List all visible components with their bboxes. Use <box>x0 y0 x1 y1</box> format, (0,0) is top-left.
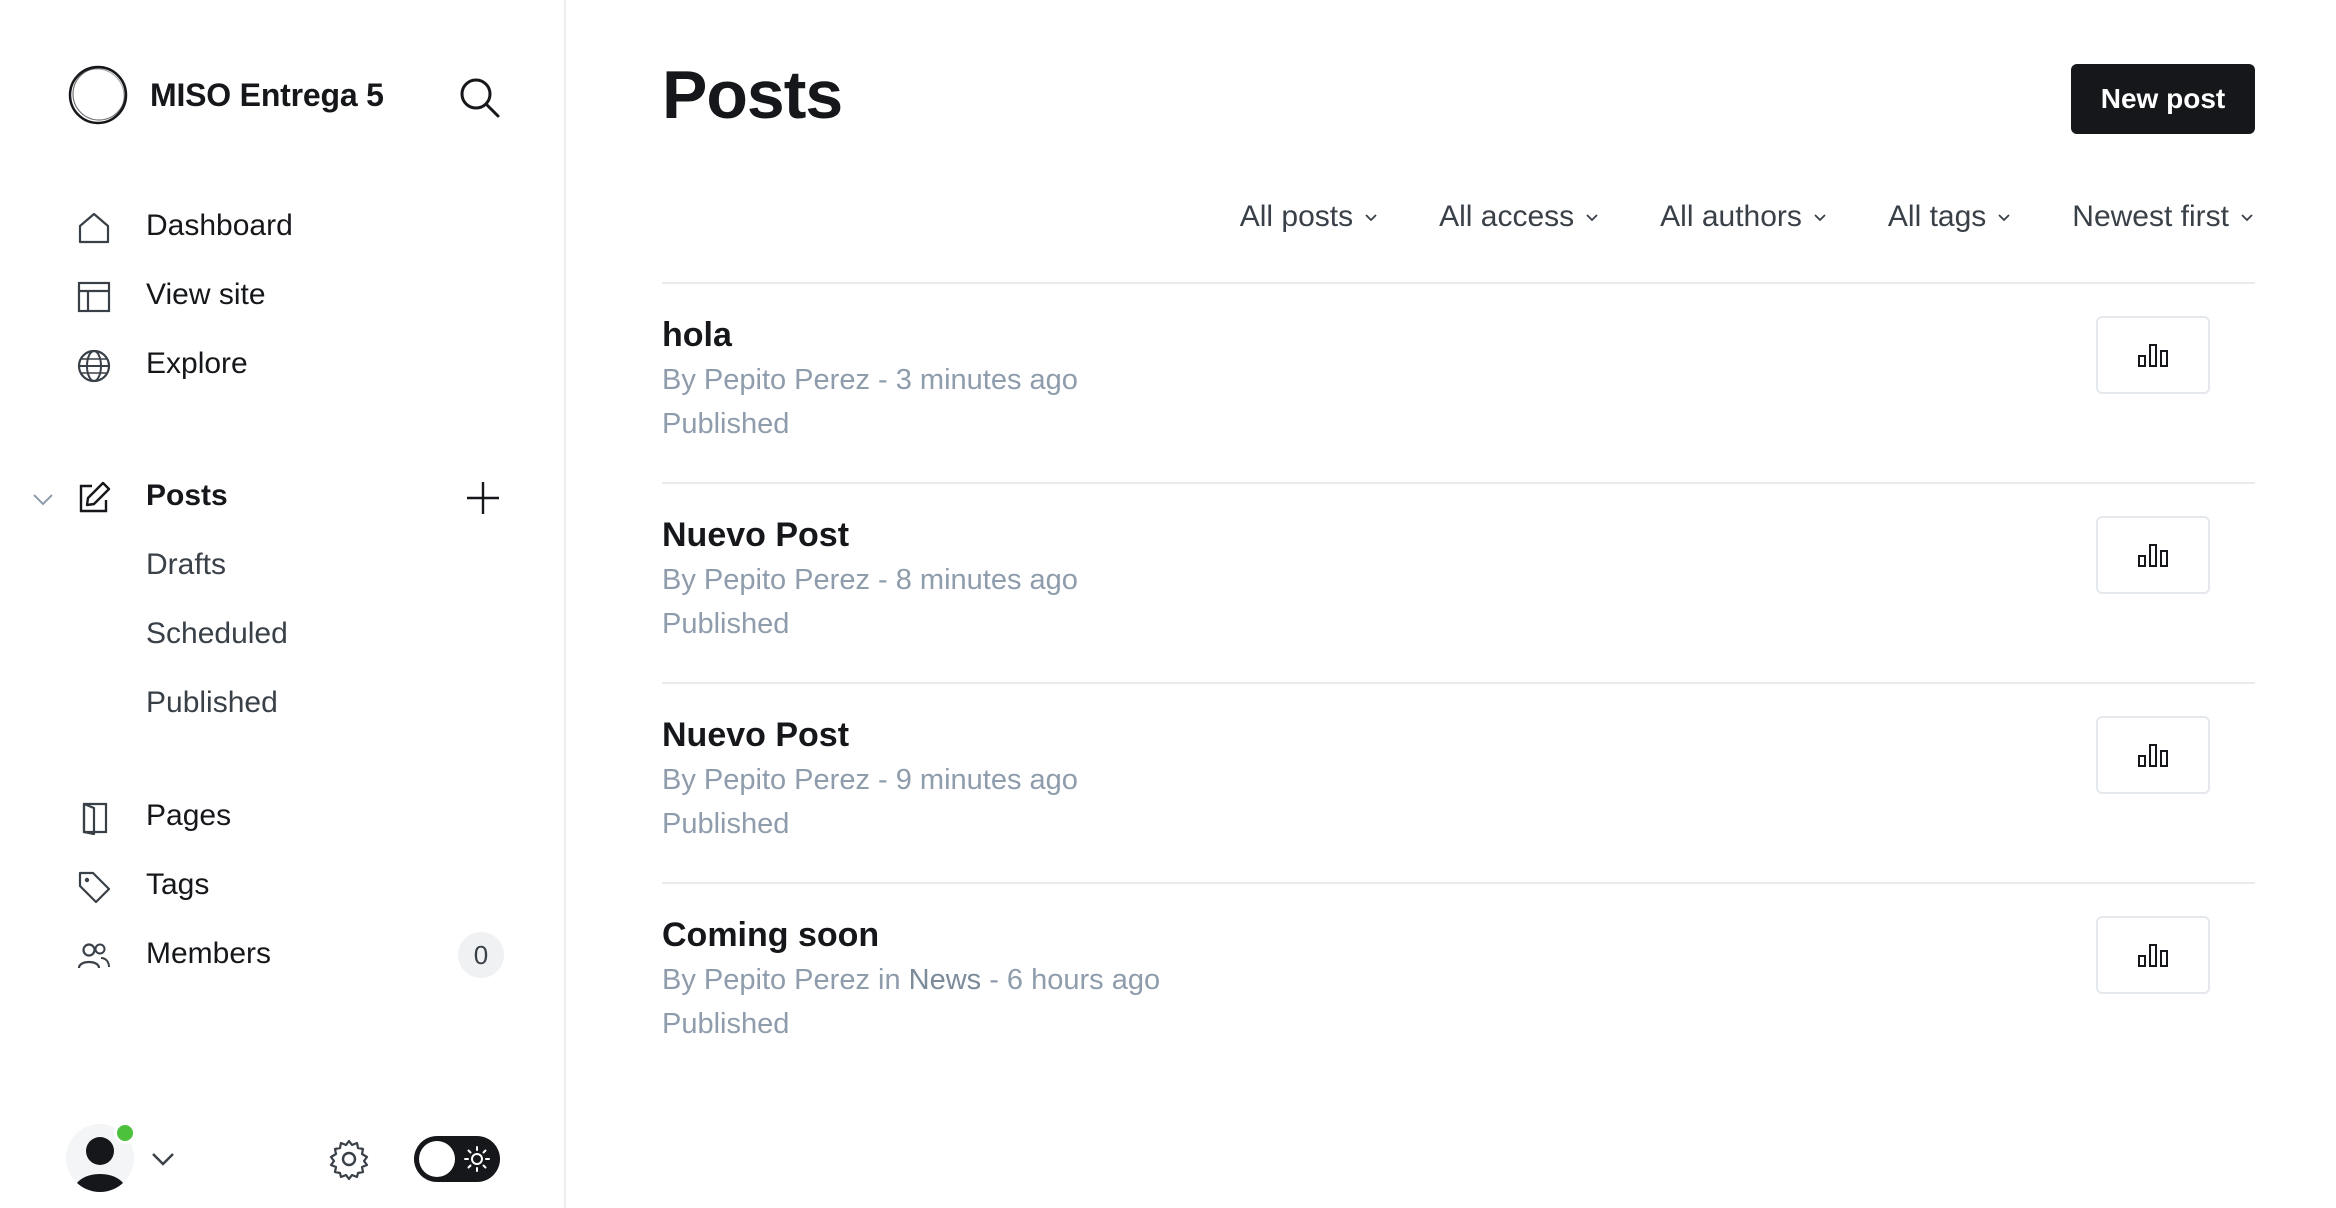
toggle-knob <box>419 1141 455 1177</box>
bar-chart-icon <box>2138 744 2168 767</box>
post-meta: By Pepito Perez - 3 minutes ago <box>662 364 1078 397</box>
post-row[interactable]: Coming soon By Pepito Perez in News - 6 … <box>662 884 2255 1084</box>
brand[interactable]: MISO Entrega 5 <box>66 63 384 127</box>
post-title: Nuevo Post <box>662 716 850 754</box>
plus-icon[interactable] <box>463 478 503 518</box>
nav-drafts-label: Drafts <box>146 548 227 581</box>
nav-posts[interactable]: Posts <box>0 468 566 524</box>
post-row[interactable]: hola By Pepito Perez - 3 minutes ago Pub… <box>662 284 2255 484</box>
globe-icon <box>77 349 111 383</box>
post-in: in <box>869 964 909 996</box>
home-icon <box>78 212 110 244</box>
nav-view-site[interactable]: View site <box>0 267 566 323</box>
post-title: Coming soon <box>662 916 880 954</box>
filter-authors-label: All authors <box>1660 200 1802 233</box>
nav-pages-label: Pages <box>146 799 232 832</box>
nav-published-label: Published <box>146 686 278 719</box>
online-status-dot <box>114 1122 136 1144</box>
filter-sort-label: Newest first <box>2072 200 2229 233</box>
nav-scheduled-label: Scheduled <box>146 617 288 650</box>
page-title: Posts <box>662 57 843 133</box>
nav-drafts[interactable]: Drafts <box>0 537 566 593</box>
theme-toggle[interactable] <box>414 1136 500 1182</box>
post-status: Published <box>662 1008 790 1040</box>
nav-explore[interactable]: Explore <box>0 336 566 392</box>
post-analytics-button[interactable] <box>2096 916 2210 994</box>
gear-icon[interactable] <box>326 1136 372 1182</box>
post-title: Nuevo Post <box>662 516 850 554</box>
post-meta: By Pepito Perez in News - 6 hours ago <box>662 964 1160 997</box>
post-author: By Pepito Perez <box>662 764 870 796</box>
post-analytics-button[interactable] <box>2096 716 2210 794</box>
chevron-down-icon <box>1998 214 2010 222</box>
pencil-edit-icon <box>79 481 111 513</box>
post-time: - 8 minutes ago <box>869 564 1078 596</box>
bar-chart-icon <box>2138 944 2168 967</box>
nav-posts-label: Posts <box>146 479 228 512</box>
bar-chart-icon <box>2138 544 2168 567</box>
post-status: Published <box>662 808 790 840</box>
post-time: - 9 minutes ago <box>869 764 1078 796</box>
sidebar: MISO Entrega 5 Dashboard View site Explo… <box>0 0 566 1208</box>
filter-type-label: All posts <box>1239 200 1354 233</box>
layout-icon <box>77 281 111 313</box>
filter-bar: All posts All access All authors All tag… <box>1180 200 2255 234</box>
filter-tags-label: All tags <box>1887 200 1987 233</box>
nav-tags[interactable]: Tags <box>0 857 566 913</box>
bar-chart-icon <box>2138 344 2168 367</box>
post-row[interactable]: Nuevo Post By Pepito Perez - 9 minutes a… <box>662 684 2255 884</box>
sidebar-footer <box>0 1122 566 1194</box>
post-author: By Pepito Perez <box>662 564 870 596</box>
tag-icon <box>78 871 111 904</box>
members-count-badge: 0 <box>458 932 504 978</box>
nav-pages[interactable]: Pages <box>0 788 566 844</box>
chevron-down-icon <box>2241 214 2253 222</box>
post-analytics-button[interactable] <box>2096 316 2210 394</box>
chevron-down-icon[interactable] <box>148 1144 178 1174</box>
nav-dashboard-label: Dashboard <box>146 209 293 242</box>
post-status: Published <box>662 608 790 640</box>
filter-sort-dropdown[interactable]: Newest first <box>2072 200 2255 234</box>
post-author: By Pepito Perez <box>662 964 870 996</box>
site-logo-icon <box>68 65 128 125</box>
nav-scheduled[interactable]: Scheduled <box>0 606 566 662</box>
members-icon <box>77 943 110 969</box>
nav-members[interactable]: Members 0 <box>0 926 566 982</box>
nav-explore-label: Explore <box>146 347 248 380</box>
main-content: Posts New post All posts All access All … <box>568 0 2336 1208</box>
post-time: - 6 hours ago <box>981 964 1161 996</box>
post-title: hola <box>662 316 732 354</box>
search-icon[interactable] <box>457 75 503 121</box>
page-icon <box>82 802 108 836</box>
chevron-down-icon <box>1814 214 1826 222</box>
chevron-down-icon[interactable] <box>30 486 56 512</box>
post-meta: By Pepito Perez - 8 minutes ago <box>662 564 1078 597</box>
post-status: Published <box>662 408 790 440</box>
posts-list: hola By Pepito Perez - 3 minutes ago Pub… <box>662 282 2255 1084</box>
post-analytics-button[interactable] <box>2096 516 2210 594</box>
new-post-button[interactable]: New post <box>2071 64 2255 134</box>
filter-access-dropdown[interactable]: All access <box>1439 200 1600 234</box>
chevron-down-icon <box>1365 214 1377 222</box>
filter-authors-dropdown[interactable]: All authors <box>1660 200 1828 234</box>
filter-type-dropdown[interactable]: All posts <box>1240 200 1379 234</box>
site-title: MISO Entrega 5 <box>150 76 384 113</box>
nav-members-label: Members <box>146 937 272 970</box>
nav-dashboard[interactable]: Dashboard <box>0 198 566 254</box>
nav-view-site-label: View site <box>146 278 266 311</box>
chevron-down-icon <box>1586 214 1598 222</box>
sun-icon <box>464 1146 490 1172</box>
filter-access-label: All access <box>1439 200 1575 233</box>
post-tag[interactable]: News <box>909 964 982 996</box>
post-time: - 3 minutes ago <box>869 364 1078 396</box>
post-meta: By Pepito Perez - 9 minutes ago <box>662 764 1078 797</box>
nav-tags-label: Tags <box>146 868 210 901</box>
post-row[interactable]: Nuevo Post By Pepito Perez - 8 minutes a… <box>662 484 2255 684</box>
filter-tags-dropdown[interactable]: All tags <box>1888 200 2012 234</box>
nav-published[interactable]: Published <box>0 675 566 731</box>
post-author: By Pepito Perez <box>662 364 870 396</box>
